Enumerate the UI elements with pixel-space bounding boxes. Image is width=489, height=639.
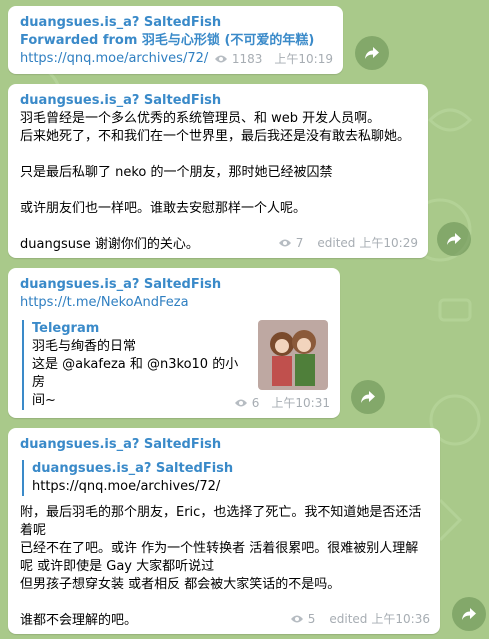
message-bubble-4[interactable]: duangsues.is_a? SaltedFish duangsues.is_… — [8, 428, 440, 634]
sender-name[interactable]: duangsues.is_a? SaltedFish — [20, 14, 331, 32]
sender-name[interactable]: duangsues.is_a? SaltedFish — [20, 92, 416, 110]
message-time: 上午10:19 — [274, 52, 333, 66]
preview-site-name: Telegram — [32, 321, 100, 336]
preview-thumbnail[interactable] — [258, 320, 328, 390]
eye-icon — [290, 615, 303, 623]
edited-label: edited — [329, 612, 368, 626]
message-time: 上午10:29 — [359, 236, 418, 250]
share-button[interactable] — [355, 36, 389, 70]
reply-quote[interactable]: duangsues.is_a? SaltedFish https://qnq.m… — [22, 460, 428, 496]
share-arrow-icon — [365, 47, 379, 59]
share-arrow-icon — [361, 391, 375, 403]
eye-icon — [234, 399, 247, 407]
sender-name[interactable]: duangsues.is_a? SaltedFish — [20, 436, 428, 454]
message-meta: 7 edited 上午10:29 — [278, 234, 418, 252]
forwarded-from[interactable]: Forwarded from 羽毛与心形锁 (不可爱的年糕) — [20, 32, 331, 50]
message-time: 上午10:36 — [371, 612, 430, 626]
view-count: 1183 — [231, 52, 263, 66]
message-bubble-2[interactable]: duangsues.is_a? SaltedFish 羽毛曾经是一个多么优秀的系… — [8, 84, 428, 258]
eye-icon — [214, 55, 227, 63]
preview-image — [258, 320, 328, 390]
message-link[interactable]: https://t.me/NekoAndFeza — [20, 294, 328, 312]
preview-title: 羽毛与绚香的日常 — [32, 339, 137, 354]
reply-title: duangsues.is_a? SaltedFish — [32, 461, 234, 476]
share-arrow-icon — [462, 608, 476, 620]
message-meta: 6 上午10:31 — [234, 394, 330, 412]
message-time: 上午10:31 — [271, 396, 330, 410]
message-bubble-1[interactable]: duangsues.is_a? SaltedFish Forwarded fro… — [8, 6, 343, 74]
eye-icon — [278, 239, 291, 247]
sender-name[interactable]: duangsues.is_a? SaltedFish — [20, 276, 328, 294]
view-count: 5 — [307, 612, 316, 626]
share-button[interactable] — [351, 380, 385, 414]
share-arrow-icon — [447, 233, 461, 245]
message-meta: 1183 上午10:19 — [214, 50, 333, 68]
share-button[interactable] — [437, 222, 471, 256]
share-button[interactable] — [452, 597, 486, 631]
view-count: 7 — [295, 236, 304, 250]
reply-text: https://qnq.moe/archives/72/ — [32, 479, 221, 494]
edited-label: edited — [317, 236, 356, 250]
view-count: 6 — [251, 396, 260, 410]
message-text: 羽毛曾经是一个多么优秀的系统管理员、和 web 开发人员啊。 后来她死了，不和我… — [20, 111, 411, 252]
message-meta: 5 edited 上午10:36 — [290, 610, 430, 628]
link-preview[interactable]: Telegram 羽毛与绚香的日常 这是 @akafeza 和 @n3ko10 … — [22, 320, 248, 410]
message-bubble-3[interactable]: duangsues.is_a? SaltedFish https://t.me/… — [8, 268, 340, 418]
preview-description: 这是 @akafeza 和 @n3ko10 的小房 间~ — [32, 357, 239, 408]
